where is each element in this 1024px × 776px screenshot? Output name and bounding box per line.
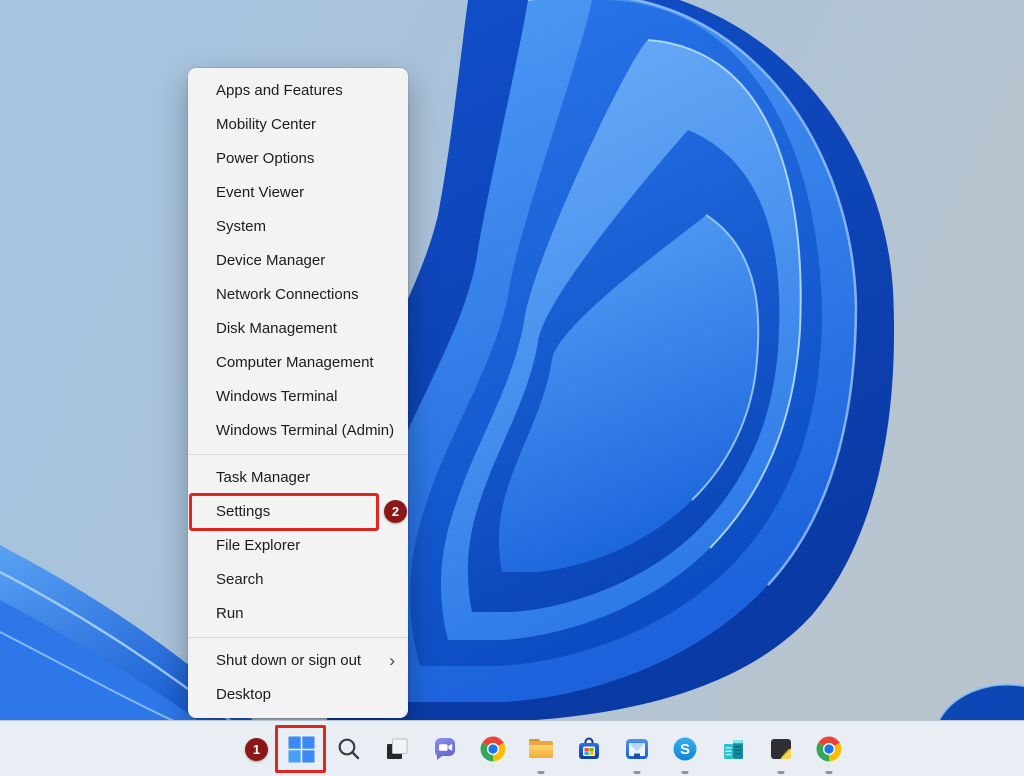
menu-item-label: Search (216, 571, 264, 588)
microsoft-store-icon (576, 736, 602, 762)
mail-button[interactable] (613, 721, 661, 776)
skype-button[interactable]: S (661, 721, 709, 776)
menu-item-label: Settings (216, 503, 270, 520)
running-indicator (826, 771, 833, 774)
menu-item-label: Network Connections (216, 286, 359, 303)
menu-item-system[interactable]: System (188, 210, 408, 244)
chrome-icon (816, 736, 842, 762)
running-indicator (778, 771, 785, 774)
desktop: Apps and Features Mobility Center Power Op… (0, 0, 1024, 776)
chat-button[interactable] (421, 721, 469, 776)
menu-item-label: Disk Management (216, 320, 337, 337)
running-indicator (682, 771, 689, 774)
buildings-app-icon (720, 736, 746, 762)
taskbar-icons: S (277, 721, 853, 776)
start-button[interactable] (277, 721, 325, 776)
menu-item-windows-terminal[interactable]: Windows Terminal (188, 380, 408, 414)
chrome-button-2[interactable] (805, 721, 853, 776)
chrome-button[interactable] (469, 721, 517, 776)
menu-item-mobility-center[interactable]: Mobility Center (188, 108, 408, 142)
taskbar: 1 (0, 720, 1024, 776)
menu-item-disk-management[interactable]: Disk Management (188, 312, 408, 346)
menu-item-task-manager[interactable]: Task Manager (188, 461, 408, 495)
menu-item-apps-and-features[interactable]: Apps and Features (188, 74, 408, 108)
menu-item-run[interactable]: Run (188, 597, 408, 631)
search-icon (336, 736, 362, 762)
microsoft-store-button[interactable] (565, 721, 613, 776)
task-view-icon (384, 736, 410, 762)
menu-item-label: Computer Management (216, 354, 374, 371)
menu-item-label: Run (216, 605, 244, 622)
menu-item-event-viewer[interactable]: Event Viewer (188, 176, 408, 210)
menu-item-label: File Explorer (216, 537, 300, 554)
menu-item-label: Event Viewer (216, 184, 304, 201)
wallpaper-bloom (0, 0, 1024, 776)
file-explorer-button[interactable] (517, 721, 565, 776)
folder-icon (527, 736, 555, 762)
task-view-button[interactable] (373, 721, 421, 776)
menu-item-label: Power Options (216, 150, 314, 167)
running-indicator (538, 771, 545, 774)
menu-item-search[interactable]: Search (188, 563, 408, 597)
svg-text:S: S (680, 741, 690, 758)
menu-item-computer-management[interactable]: Computer Management (188, 346, 408, 380)
menu-item-label: Desktop (216, 686, 271, 703)
menu-item-label: Device Manager (216, 252, 325, 269)
menu-item-label: Task Manager (216, 469, 310, 486)
windows-logo-icon (288, 736, 315, 763)
buildings-app-button[interactable] (709, 721, 757, 776)
annotation-step-2-badge: 2 (384, 500, 407, 523)
menu-item-power-options[interactable]: Power Options (188, 142, 408, 176)
menu-item-windows-terminal-admin[interactable]: Windows Terminal (Admin) (188, 414, 408, 448)
sticky-notes-icon (768, 736, 794, 762)
menu-item-settings[interactable]: Settings 2 (188, 495, 408, 529)
submenu-chevron-icon: › (389, 644, 395, 678)
chrome-icon (480, 736, 506, 762)
menu-item-label: Windows Terminal (216, 388, 337, 405)
menu-item-label: System (216, 218, 266, 235)
menu-item-shut-down-or-sign-out[interactable]: Shut down or sign out › (188, 644, 408, 678)
menu-item-file-explorer[interactable]: File Explorer (188, 529, 408, 563)
menu-item-label: Shut down or sign out (216, 652, 361, 669)
menu-separator (188, 637, 408, 638)
annotation-step-1-badge: 1 (245, 738, 268, 761)
running-indicator (634, 771, 641, 774)
menu-item-device-manager[interactable]: Device Manager (188, 244, 408, 278)
menu-item-label: Apps and Features (216, 82, 343, 99)
menu-item-network-connections[interactable]: Network Connections (188, 278, 408, 312)
context-menu: Apps and Features Mobility Center Power Op… (188, 68, 408, 718)
mail-icon (624, 736, 650, 762)
teams-chat-icon (431, 735, 459, 763)
menu-separator (188, 454, 408, 455)
menu-item-label: Mobility Center (216, 116, 316, 133)
menu-item-label: Windows Terminal (Admin) (216, 422, 394, 439)
taskbar-search-button[interactable] (325, 721, 373, 776)
sticky-notes-button[interactable] (757, 721, 805, 776)
skype-icon: S (672, 736, 698, 762)
menu-item-desktop[interactable]: Desktop (188, 678, 408, 712)
